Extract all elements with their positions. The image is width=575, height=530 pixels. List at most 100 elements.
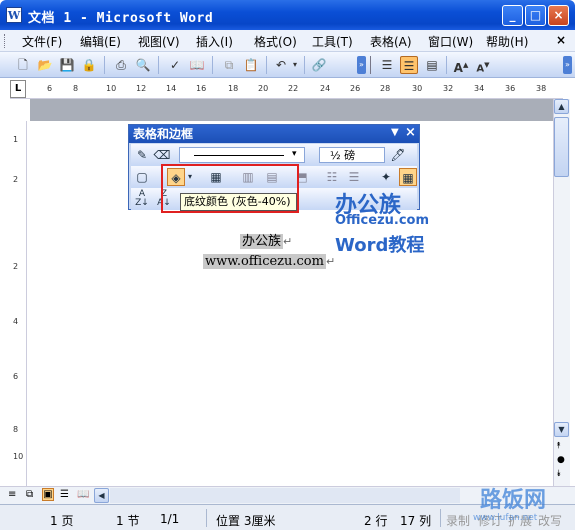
menu-help[interactable]: 帮助(H) bbox=[486, 33, 528, 50]
ruler-number: 16 bbox=[196, 84, 207, 93]
copy-icon[interactable]: ⧉ bbox=[220, 56, 238, 74]
scroll-left-icon[interactable]: ◀ bbox=[94, 488, 109, 503]
menu-view[interactable]: 视图(V) bbox=[138, 33, 180, 50]
footer-watermark-url: www.lufan.net bbox=[473, 513, 538, 523]
doc-line-2[interactable]: www.officezu.com ↵ bbox=[203, 254, 335, 269]
line-style-select[interactable]: ▾ bbox=[179, 147, 305, 163]
vruler-number: 4 bbox=[13, 317, 19, 326]
maximize-button[interactable]: □ bbox=[525, 5, 546, 26]
line-style-sample bbox=[194, 155, 284, 156]
justify-icon[interactable]: ☰ bbox=[378, 56, 396, 74]
menu-table[interactable]: 表格(A) bbox=[370, 33, 412, 50]
grow-font-icon[interactable]: A▲ bbox=[452, 56, 470, 75]
ruler-number: 34 bbox=[474, 84, 485, 93]
spelling-icon[interactable]: ✓ bbox=[166, 56, 184, 74]
window-title: 文档 1 - Microsoft Word bbox=[28, 11, 214, 26]
sort-ascending-icon[interactable]: A Z↓ bbox=[133, 190, 151, 208]
status-ovr[interactable]: 改写 bbox=[538, 512, 562, 529]
highlight-box bbox=[161, 164, 299, 213]
paragraph-mark-icon: ↵ bbox=[325, 255, 336, 268]
toolbar-separator bbox=[158, 56, 159, 74]
ruler-number: 20 bbox=[258, 84, 269, 93]
outline-view-icon[interactable]: ☰ bbox=[60, 489, 69, 500]
line-style-dropdown-icon[interactable]: ▾ bbox=[292, 149, 297, 159]
next-page-icon[interactable]: ⯯ bbox=[556, 469, 561, 479]
ruler-number: 18 bbox=[228, 84, 239, 93]
vruler-number: 10 bbox=[13, 452, 24, 461]
panel-title[interactable]: 表格和边框 bbox=[129, 125, 419, 143]
ruler-number: 28 bbox=[380, 84, 391, 93]
reading-view-icon[interactable]: 📖 bbox=[77, 489, 89, 500]
word-app-icon[interactable]: W bbox=[6, 7, 22, 23]
menu-edit[interactable]: 编辑(E) bbox=[80, 33, 121, 50]
shrink-font-icon[interactable]: A▼ bbox=[474, 56, 492, 74]
print-layout-icon[interactable]: ▣ bbox=[42, 488, 54, 501]
paste-icon[interactable]: 📋 bbox=[242, 56, 260, 74]
scroll-down-icon[interactable]: ▼ bbox=[554, 422, 569, 437]
panel-options-icon[interactable]: ▼ bbox=[391, 127, 399, 138]
browse-object-icon[interactable]: ● bbox=[557, 455, 565, 465]
toolbar-options-chevron[interactable]: » bbox=[357, 56, 366, 74]
menu-window[interactable]: 窗口(W) bbox=[428, 33, 473, 50]
ruler-number: 6 bbox=[47, 84, 53, 93]
ruler-number: 12 bbox=[136, 84, 147, 93]
scroll-thumb[interactable] bbox=[554, 117, 569, 177]
status-line: 2 行 bbox=[364, 514, 388, 528]
vruler-number: 6 bbox=[13, 372, 19, 381]
print-icon[interactable]: ⎙ bbox=[112, 56, 130, 74]
panel-close-icon[interactable]: × bbox=[405, 125, 416, 140]
autoformat-icon[interactable]: ✦ bbox=[377, 168, 395, 186]
vertical-scrollbar[interactable]: ▲ ▼ ⯭ ● ⯯ bbox=[553, 99, 570, 486]
tab-selector[interactable]: L bbox=[10, 80, 26, 98]
outside-border-icon[interactable]: ▢ bbox=[133, 168, 151, 186]
print-preview-icon[interactable]: 🔍 bbox=[134, 56, 152, 74]
menu-tools[interactable]: 工具(T) bbox=[312, 33, 353, 50]
distribute-cols-icon[interactable]: ☰ bbox=[345, 168, 363, 186]
border-color-icon[interactable]: 🖊 bbox=[389, 146, 407, 164]
doc-close-button[interactable]: × bbox=[556, 33, 566, 47]
status-section: 1 节 bbox=[116, 514, 140, 528]
undo-dropdown-icon[interactable]: ▾ bbox=[290, 56, 300, 74]
close-button[interactable]: × bbox=[548, 5, 569, 26]
distribute-rows-icon[interactable]: ☷ bbox=[323, 168, 341, 186]
watermark-tagline: Word教程 bbox=[335, 235, 425, 256]
draw-table-icon[interactable]: ✎ bbox=[133, 146, 151, 164]
hyperlink-icon[interactable]: 🔗 bbox=[310, 56, 328, 74]
research-icon[interactable]: 📖 bbox=[188, 56, 206, 74]
menu-format[interactable]: 格式(O) bbox=[254, 33, 297, 50]
normal-view-icon[interactable]: ≡ bbox=[8, 489, 16, 500]
standard-toolbar: 🗋 📂 💾 🔒 ⎙ 🔍 ✓ 📖 ⧉ 📋 ↶ ▾ 🔗 » ☰ ☰ ▤ A▲ A▼ … bbox=[0, 52, 575, 78]
menu-file[interactable]: 文件(F) bbox=[22, 33, 62, 50]
new-doc-icon[interactable]: 🗋 bbox=[14, 56, 32, 74]
page-gap-band bbox=[30, 99, 553, 121]
toolbar-separator bbox=[266, 56, 267, 74]
status-separator bbox=[440, 509, 441, 527]
doc-text-1[interactable]: 办公族 bbox=[240, 234, 284, 249]
undo-icon[interactable]: ↶ bbox=[272, 56, 290, 74]
ruler-number: 26 bbox=[350, 84, 361, 93]
save-icon[interactable]: 💾 bbox=[58, 56, 76, 74]
toolbar-options-chevron-2[interactable]: » bbox=[563, 56, 572, 74]
menu-grip[interactable] bbox=[4, 34, 7, 48]
status-rec[interactable]: 录制 bbox=[446, 512, 470, 529]
align-center-icon[interactable]: ☰ bbox=[400, 56, 418, 74]
permission-icon[interactable]: 🔒 bbox=[80, 56, 98, 74]
web-view-icon[interactable]: ⧉ bbox=[26, 489, 33, 500]
toolbar-grip[interactable] bbox=[370, 56, 371, 74]
doc-line-1[interactable]: 办公族 ↵ bbox=[240, 230, 292, 249]
prev-page-icon[interactable]: ⯭ bbox=[556, 441, 561, 451]
ruler-number: 36 bbox=[505, 84, 516, 93]
show-gridlines-icon[interactable]: ▦ bbox=[399, 168, 417, 186]
status-column: 17 列 bbox=[400, 514, 432, 528]
menu-insert[interactable]: 插入(I) bbox=[196, 33, 233, 50]
open-icon[interactable]: 📂 bbox=[36, 56, 54, 74]
line-weight-select[interactable]: ½ 磅 bbox=[319, 147, 385, 163]
distributed-align-icon[interactable]: ▤ bbox=[423, 56, 441, 74]
minimize-button[interactable]: _ bbox=[502, 5, 523, 26]
scroll-up-icon[interactable]: ▲ bbox=[554, 99, 569, 114]
doc-text-2[interactable]: www.officezu.com bbox=[203, 254, 326, 269]
toolbar-separator bbox=[446, 56, 447, 74]
horizontal-scroll-track[interactable] bbox=[110, 488, 460, 503]
vruler-number: 8 bbox=[13, 425, 19, 434]
eraser-icon[interactable]: ⌫ bbox=[153, 146, 171, 164]
